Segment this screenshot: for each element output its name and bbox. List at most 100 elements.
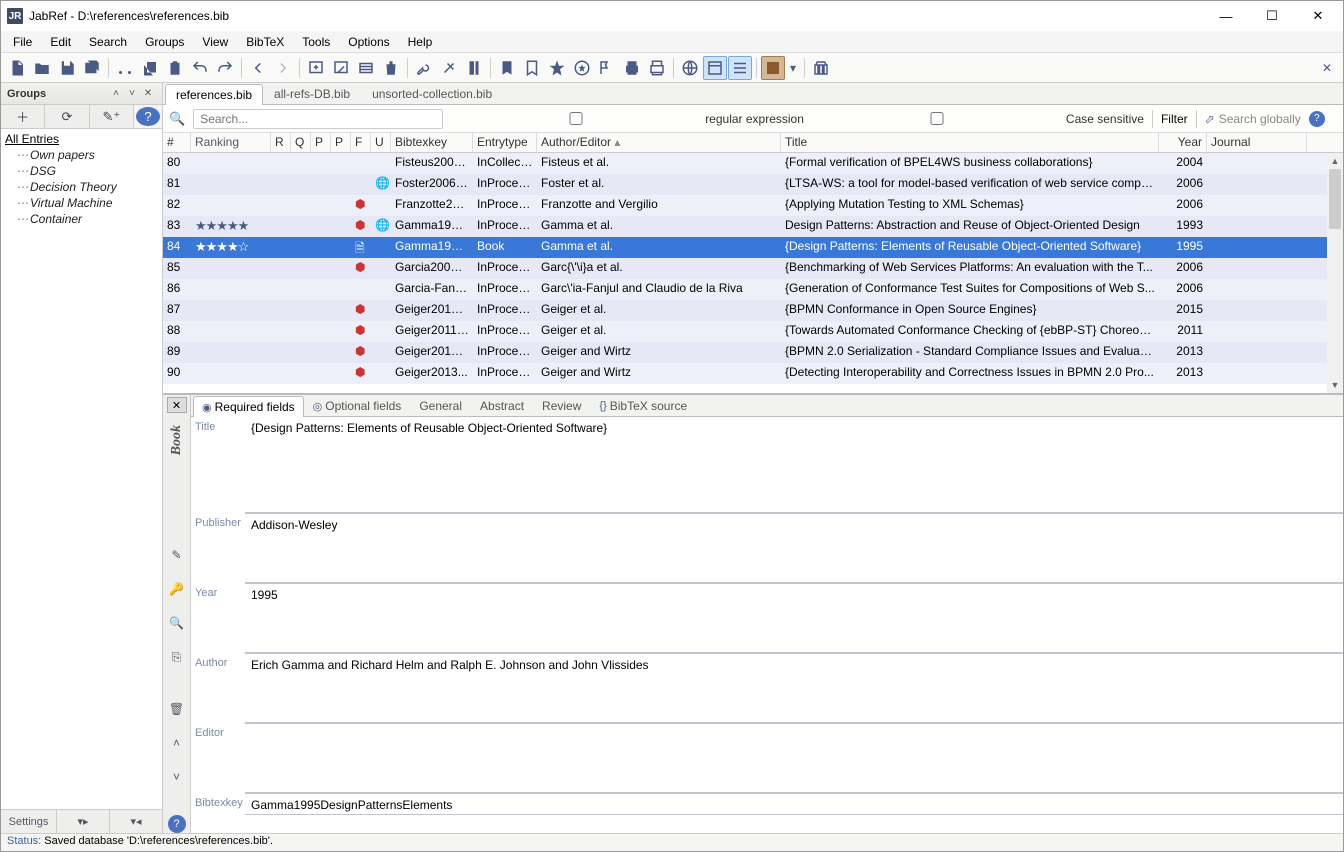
search-input[interactable] — [193, 109, 443, 129]
field-publisher[interactable]: Addison-Wesley — [245, 513, 1343, 583]
groups-settings-button[interactable]: Settings — [1, 810, 57, 833]
menu-tools[interactable]: Tools — [294, 33, 338, 51]
table-row[interactable]: 85⬢Garcia2006B...InProcee...Garc{\'\i}a … — [163, 258, 1343, 279]
tab-unsorted[interactable]: unsorted-collection.bib — [361, 83, 503, 104]
col-title[interactable]: Title — [781, 133, 1159, 152]
print-button[interactable] — [620, 56, 644, 80]
table-row[interactable]: 83★★★★★⬢🌐Gamma1993...InProcee...Gamma et… — [163, 216, 1343, 237]
col-p[interactable]: P — [311, 133, 331, 152]
table-row[interactable]: 84★★★★☆🗎Gamma1995...BookGamma et al.{Des… — [163, 237, 1343, 258]
table-row[interactable]: 81🌐Foster2006L...InProcee...Foster et al… — [163, 174, 1343, 195]
editor-delete-icon[interactable]: 🗑 — [167, 699, 187, 719]
back-button[interactable] — [246, 56, 270, 80]
open-db-button[interactable] — [30, 56, 54, 80]
new-entry-button[interactable] — [304, 56, 328, 80]
tab-allrefs[interactable]: all-refs-DB.bib — [263, 83, 361, 104]
col-author[interactable]: Author/Editor ▴ — [537, 133, 781, 152]
edit-strings-button[interactable] — [354, 56, 378, 80]
table-row[interactable]: 86Garcia-Fanju...InProcee...Garc\'ia-Fan… — [163, 279, 1343, 300]
save-button[interactable] — [55, 56, 79, 80]
close-db-button[interactable]: ✕ — [1315, 56, 1339, 80]
menu-options[interactable]: Options — [340, 33, 397, 51]
print2-button[interactable] — [645, 56, 669, 80]
editor-tab-abstract[interactable]: Abstract — [471, 395, 533, 416]
external-icon[interactable]: ⬀ — [1205, 112, 1215, 126]
editor-tab-source[interactable]: {}BibTeX source — [590, 395, 696, 416]
menu-view[interactable]: View — [194, 33, 236, 51]
toggle-groups-button[interactable] — [728, 56, 752, 80]
key-button[interactable] — [412, 56, 436, 80]
regex-checkbox[interactable]: regular expression — [451, 112, 804, 126]
tree-item[interactable]: Own papers — [5, 147, 158, 163]
redo-button[interactable] — [213, 56, 237, 80]
scroll-thumb[interactable] — [1329, 169, 1341, 229]
col-bibtexkey[interactable]: Bibtexkey — [391, 133, 473, 152]
col-journal[interactable]: Journal — [1207, 133, 1307, 152]
cleanup-button[interactable] — [437, 56, 461, 80]
menu-search[interactable]: Search — [81, 33, 135, 51]
web-button[interactable] — [678, 56, 702, 80]
col-u[interactable]: U — [371, 133, 391, 152]
relevance-button[interactable] — [545, 56, 569, 80]
edit-entry-button[interactable] — [329, 56, 353, 80]
pdf-icon[interactable]: ⬢ — [351, 216, 371, 237]
pdf-icon[interactable]: ⬢ — [351, 195, 371, 216]
menu-help[interactable]: Help — [400, 33, 441, 51]
pdf-icon[interactable]: ⬢ — [351, 342, 371, 363]
editor-help-icon[interactable]: ? — [168, 815, 186, 833]
editor-tab-general[interactable]: General — [410, 395, 471, 416]
table-row[interactable]: 88⬢Geiger2011T...InProcee...Geiger et al… — [163, 321, 1343, 342]
editor-next-icon[interactable]: ˅ — [167, 767, 187, 787]
doc-icon[interactable]: 🗎 — [351, 237, 371, 258]
donate-button[interactable] — [809, 56, 833, 80]
col-r[interactable]: R — [271, 133, 291, 152]
globe-icon[interactable]: 🌐 — [371, 174, 391, 195]
group-refresh-button[interactable]: ⟳ — [45, 105, 89, 128]
case-checkbox[interactable]: Case sensitive — [812, 112, 1144, 126]
col-year[interactable]: Year — [1159, 133, 1207, 152]
unmark-button[interactable] — [520, 56, 544, 80]
search-globally-link[interactable]: Search globally — [1219, 112, 1301, 126]
field-editor[interactable] — [245, 723, 1343, 793]
vertical-scrollbar[interactable]: ▲ ▼ — [1327, 153, 1343, 393]
editor-key-icon[interactable]: 🔑 — [167, 579, 187, 599]
groups-collapse-button[interactable]: ▾◂ — [110, 810, 162, 833]
groups-expand-button[interactable]: ▾▸ — [57, 810, 110, 833]
group-autogroup-button[interactable]: ✎⁺ — [90, 105, 134, 128]
editor-tab-optional[interactable]: ◎Optional fields — [304, 395, 411, 416]
field-bibtexkey[interactable]: Gamma1995DesignPatternsElements — [245, 793, 1343, 815]
field-year[interactable]: 1995 — [245, 583, 1343, 653]
menu-bibtex[interactable]: BibTeX — [238, 33, 292, 51]
save-all-button[interactable] — [80, 56, 104, 80]
tree-all-entries[interactable]: All Entries — [5, 131, 158, 147]
priority-button[interactable] — [595, 56, 619, 80]
editor-prev-icon[interactable]: ˄ — [167, 733, 187, 753]
col-ranking[interactable]: Ranking — [191, 133, 271, 152]
editor-edit-icon[interactable]: ✎ — [167, 545, 187, 565]
col-index[interactable]: # — [163, 133, 191, 152]
delete-button[interactable] — [379, 56, 403, 80]
globe-icon[interactable]: 🌐 — [371, 216, 391, 237]
pdf-icon[interactable]: ⬢ — [351, 321, 371, 342]
editor-import-icon[interactable]: ⎘ — [167, 647, 187, 667]
tab-references[interactable]: references.bib — [165, 84, 263, 105]
tree-item[interactable]: Container — [5, 211, 158, 227]
groups-up-icon[interactable]: ˄ — [108, 88, 124, 99]
tree-item[interactable]: Decision Theory — [5, 179, 158, 195]
col-pp[interactable]: P — [331, 133, 351, 152]
pdf-icon[interactable]: ⬢ — [351, 363, 371, 384]
menu-file[interactable]: File — [5, 33, 40, 51]
table-row[interactable]: 80Fisteus2004...InCollecti...Fisteus et … — [163, 153, 1343, 174]
col-q[interactable]: Q — [291, 133, 311, 152]
toggle-preview-button[interactable] — [703, 56, 727, 80]
minimize-button[interactable]: — — [1203, 1, 1249, 31]
groups-down-icon[interactable]: ˅ — [124, 88, 140, 99]
menu-edit[interactable]: Edit — [42, 33, 79, 51]
table-row[interactable]: 82⬢Franzotte200...InProcee...Franzotte a… — [163, 195, 1343, 216]
forward-button[interactable] — [271, 56, 295, 80]
editor-search-icon[interactable]: 🔍 — [167, 613, 187, 633]
editor-tab-review[interactable]: Review — [533, 395, 590, 416]
tree-item[interactable]: Virtual Machine — [5, 195, 158, 211]
mark-button[interactable] — [495, 56, 519, 80]
menu-groups[interactable]: Groups — [137, 33, 192, 51]
